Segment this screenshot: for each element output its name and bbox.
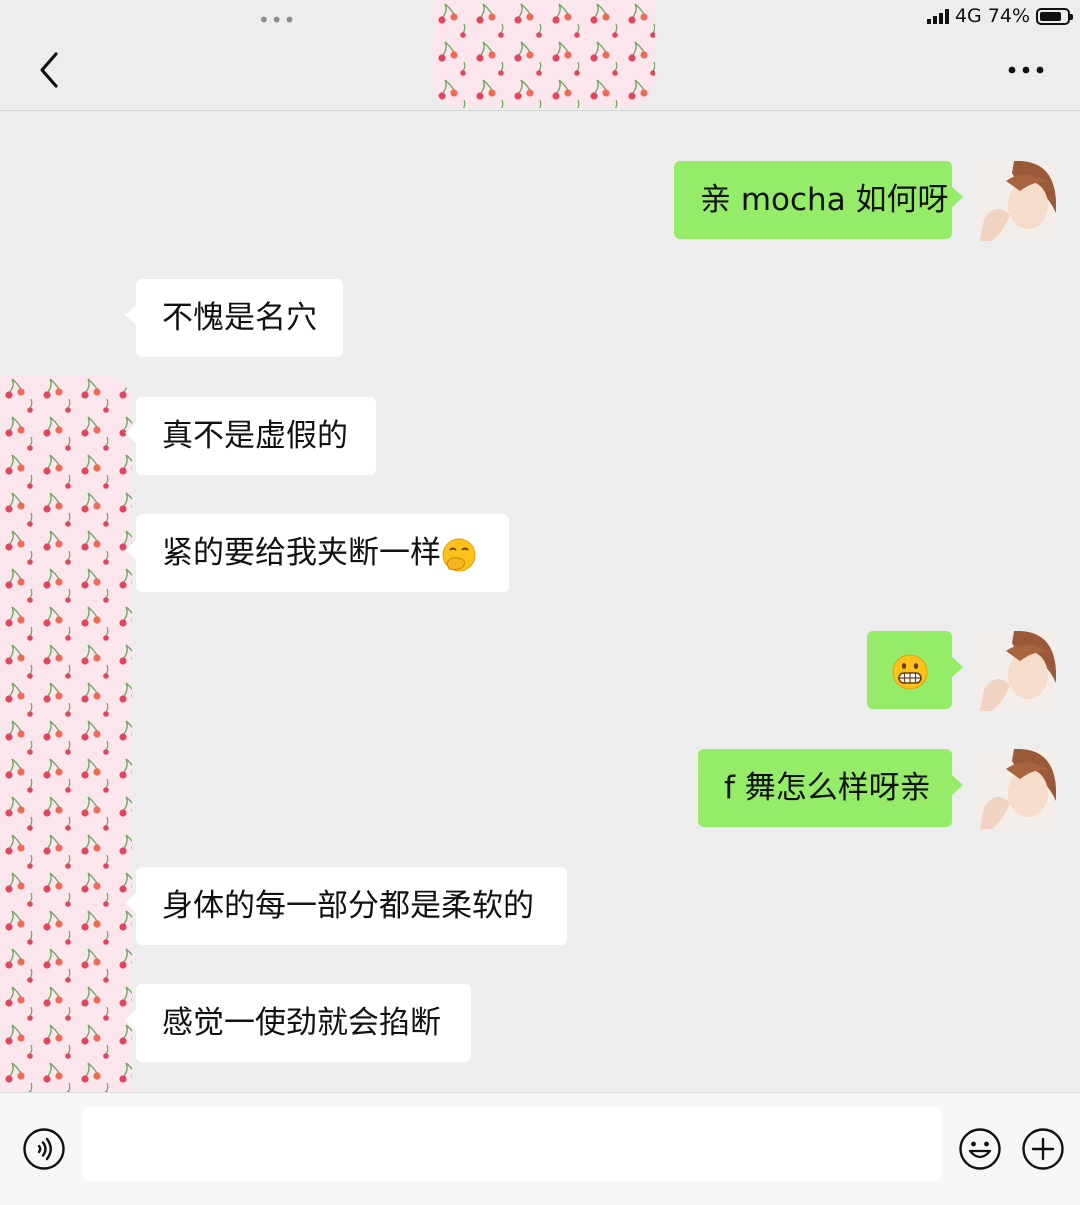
smiley-icon: [959, 1128, 1001, 1170]
message-text: 感觉一使劲就会掐断: [162, 1005, 441, 1041]
battery-icon: [1036, 7, 1073, 25]
message-bubble-incoming[interactable]: 不愧是名穴: [125, 279, 343, 357]
message-bubble-incoming[interactable]: 真不是虚假的: [125, 397, 376, 475]
message-bubble-incoming[interactable]: 感觉一使劲就会掐断: [125, 984, 471, 1062]
input-bar: [0, 1092, 1080, 1205]
message-text: 不愧是名穴: [162, 300, 317, 336]
redacted-chat-title: [433, 0, 655, 108]
message-bubble-outgoing[interactable]: f 舞怎么样呀亲: [698, 749, 963, 827]
message-list[interactable]: 亲 mocha 如何呀 不愧是名穴 真不是虚假的 紧的要给我夹断一样 f 舞怎么…: [0, 111, 1080, 1181]
more-functions-button[interactable]: [1021, 1127, 1065, 1171]
message-bubble-incoming[interactable]: 紧的要给我夹断一样: [125, 514, 509, 592]
my-avatar[interactable]: [976, 631, 1056, 711]
more-button[interactable]: [1006, 58, 1046, 82]
grimacing-emoji: [892, 654, 927, 689]
back-button[interactable]: [28, 48, 72, 92]
top-dots: •••: [258, 8, 297, 32]
message-bubble-incoming[interactable]: 身体的每一部分都是柔软的: [125, 867, 567, 945]
emoji-button[interactable]: [958, 1127, 1002, 1171]
message-text: f 舞怎么样呀亲: [724, 770, 931, 806]
my-avatar[interactable]: [976, 749, 1056, 829]
network-type: 4G: [954, 5, 982, 27]
voice-icon: [23, 1128, 65, 1170]
ellipsis-icon: [1008, 66, 1044, 74]
message-text: 亲 mocha 如何呀: [700, 182, 949, 218]
message-text: 身体的每一部分都是柔软的: [162, 888, 534, 924]
plus-circle-icon: [1022, 1128, 1064, 1170]
message-text: 紧的要给我夹断一样: [162, 535, 441, 571]
message-input[interactable]: [82, 1107, 942, 1181]
avatar-portrait: [976, 749, 1056, 829]
redacted-contact-avatars: [0, 375, 132, 1181]
status-bar: 4G 74%: [926, 4, 1073, 28]
avatar-portrait: [976, 161, 1056, 241]
chevron-left-icon: [40, 52, 58, 88]
avatar-portrait: [976, 631, 1056, 711]
hand-over-mouth-emoji: [442, 538, 476, 571]
chat-header: ••• 4G 74%: [0, 0, 1080, 111]
battery-percent: 74%: [987, 5, 1030, 27]
signal-icon: [926, 8, 949, 24]
message-bubble-outgoing[interactable]: 亲 mocha 如何呀: [674, 161, 963, 239]
my-avatar[interactable]: [976, 161, 1056, 241]
message-bubble-outgoing[interactable]: [867, 631, 963, 709]
voice-button[interactable]: [22, 1127, 66, 1171]
message-text: 真不是虚假的: [162, 418, 348, 454]
